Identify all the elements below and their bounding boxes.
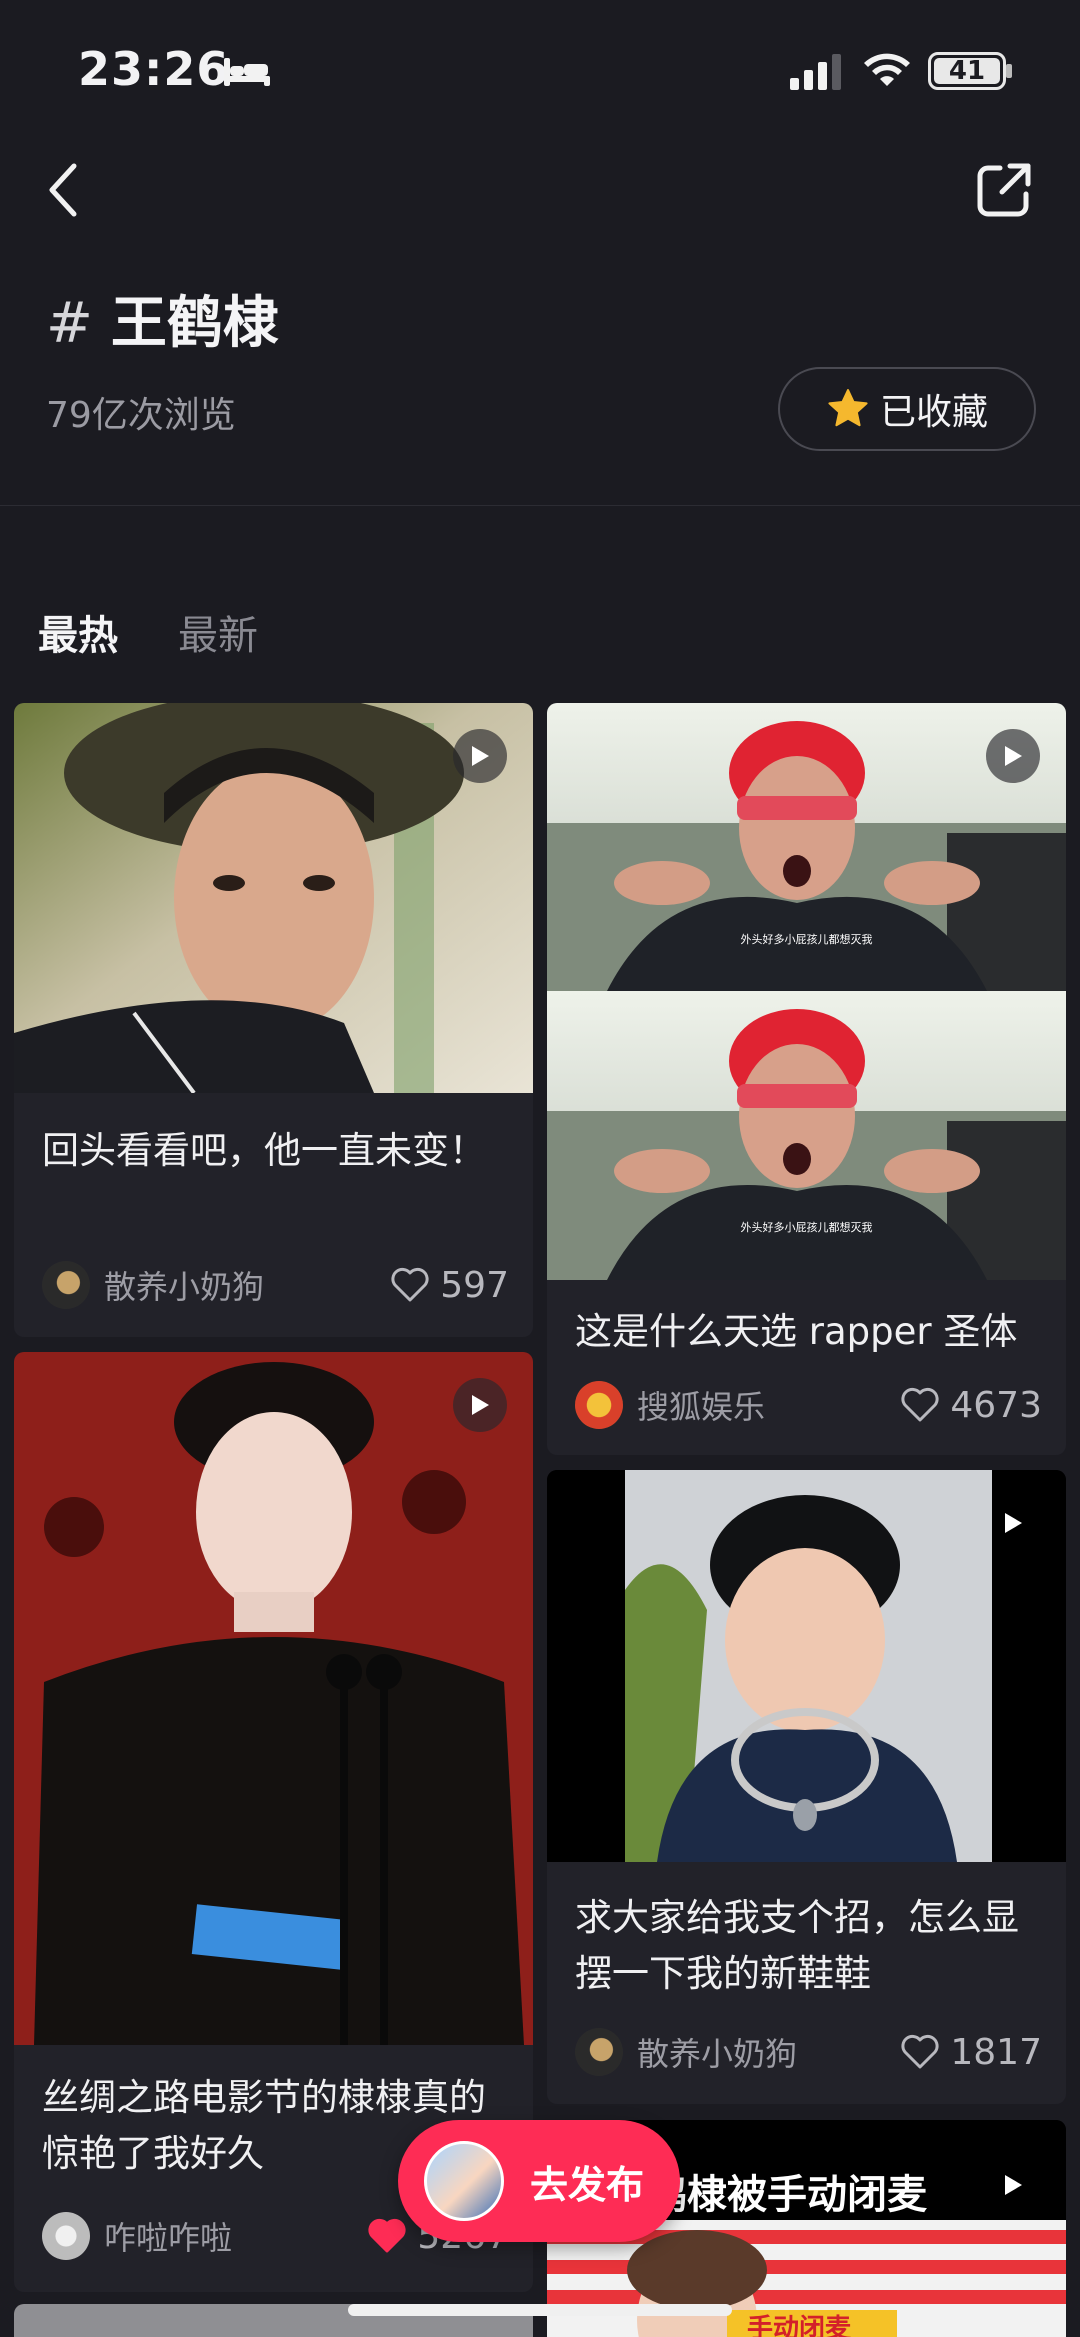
publish-button[interactable]: 去发布	[398, 2120, 680, 2242]
author-name[interactable]: 散养小奶狗	[637, 2029, 900, 2075]
tab-latest[interactable]: 最新	[178, 603, 258, 661]
like-button[interactable]: 597	[390, 1265, 509, 1306]
publish-label: 去发布	[530, 2162, 645, 2207]
video-subtitle: 外头好多小屁孩儿都想灭我	[740, 933, 873, 946]
tab-hottest[interactable]: 最热	[38, 603, 118, 661]
favorited-label: 已收藏	[879, 392, 988, 433]
post-meta: 搜狐娱乐 4673	[575, 1379, 1042, 1431]
view-count: 79亿次浏览	[46, 395, 236, 436]
heart-outline-icon	[901, 2034, 939, 2069]
play-icon	[1005, 746, 1022, 766]
wifi-icon	[864, 53, 910, 86]
page-title: # 王鹤棣	[46, 278, 279, 359]
post-title: 回头看看吧，他一直未变！	[42, 1129, 486, 1172]
play-icon	[472, 746, 489, 766]
like-count: 1817	[950, 2031, 1042, 2073]
battery-tip	[1006, 64, 1012, 78]
star-icon	[828, 389, 868, 427]
post-card[interactable]: 回头看看吧，他一直未变！ 散养小奶狗 597	[14, 703, 533, 1337]
heart-outline-icon	[391, 1267, 429, 1302]
topic-name: 王鹤棣	[110, 291, 279, 356]
author-name[interactable]: 搜狐娱乐	[637, 1382, 900, 1428]
post-image	[547, 703, 1066, 1280]
post-thumbnail[interactable]: 外头好多小屁孩儿都想灭我 外头好多小屁孩儿都想灭我	[547, 703, 1066, 1280]
author-avatar[interactable]	[42, 2212, 90, 2260]
video-badge	[986, 729, 1040, 783]
like-count: 4673	[950, 1384, 1042, 1426]
author-name[interactable]: 咋啦咋啦	[104, 2213, 367, 2259]
video-badge	[453, 1378, 507, 1432]
heart-outline-icon	[901, 1387, 939, 1422]
status-time: 23:26	[78, 42, 230, 96]
video-badge	[453, 729, 507, 783]
sleep-bed-icon	[224, 58, 270, 86]
post-thumbnail[interactable]	[14, 1352, 533, 2045]
video-badge	[986, 2158, 1040, 2212]
play-icon	[472, 1395, 489, 1415]
post-thumbnail[interactable]	[547, 1470, 1066, 1862]
status-bar: 23:26 41	[0, 0, 1080, 130]
share-icon[interactable]	[974, 160, 1034, 220]
author-avatar[interactable]	[575, 2028, 623, 2076]
battery-level: 41	[934, 58, 1000, 84]
post-title: 求大家给我支个招，怎么显摆一下我的新鞋鞋	[575, 1896, 1019, 1995]
post-meta: 散养小奶狗 1817	[575, 2026, 1042, 2078]
battery-indicator: 41	[928, 52, 1006, 90]
like-button[interactable]: 1817	[900, 2032, 1042, 2073]
header-divider	[0, 505, 1080, 506]
post-meta: 散养小奶狗 597	[42, 1259, 509, 1311]
post-title: 这是什么天选 rapper 圣体	[575, 1310, 1018, 1353]
author-name[interactable]: 散养小奶狗	[104, 1262, 390, 1308]
user-avatar	[424, 2141, 504, 2221]
favorited-button[interactable]: 已收藏	[778, 367, 1036, 451]
post-card[interactable]: 外头好多小屁孩儿都想灭我 外头好多小屁孩儿都想灭我 这是什么天选 rapper …	[547, 703, 1066, 1455]
post-image	[14, 1352, 533, 2045]
video-sticker-text: 手动闭麦	[747, 2314, 852, 2337]
post-card[interactable]: 求大家给我支个招，怎么显摆一下我的新鞋鞋 散养小奶狗 1817	[547, 1470, 1066, 2104]
author-avatar[interactable]	[42, 1261, 90, 1309]
video-badge	[986, 1496, 1040, 1550]
heart-filled-icon	[368, 2218, 406, 2253]
post-thumbnail[interactable]	[14, 703, 533, 1093]
cellular-signal-icon	[790, 54, 841, 90]
play-icon	[1005, 1513, 1022, 1533]
like-count: 597	[440, 1264, 509, 1306]
hashtag-symbol: #	[46, 291, 93, 356]
like-button[interactable]: 4673	[900, 1385, 1042, 1426]
author-avatar[interactable]	[575, 1381, 623, 1429]
home-indicator	[348, 2304, 732, 2316]
play-icon	[1005, 2175, 1022, 2195]
back-icon[interactable]	[44, 160, 84, 220]
video-subtitle: 外头好多小屁孩儿都想灭我	[740, 1221, 873, 1234]
